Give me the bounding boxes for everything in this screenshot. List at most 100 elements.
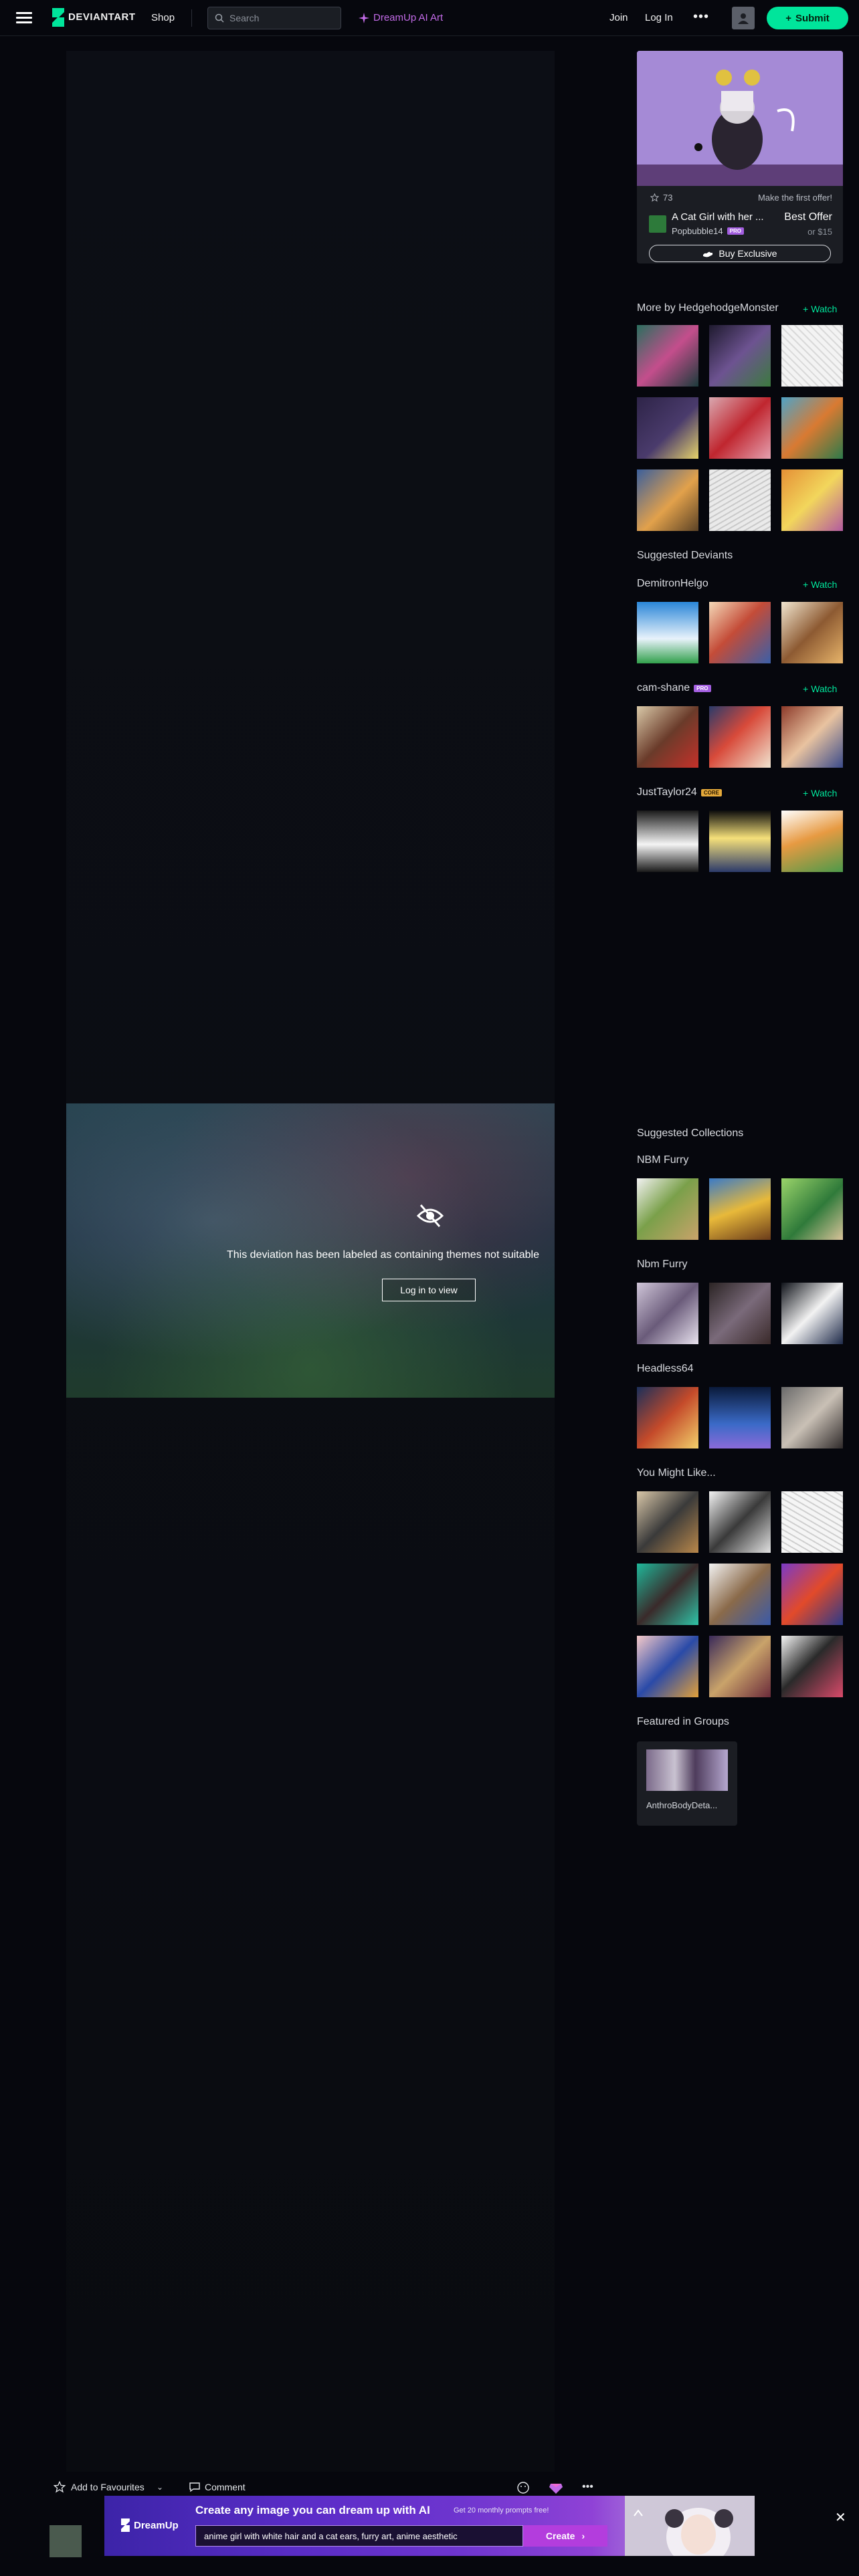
collection-1-thumb-1[interactable]	[637, 1178, 698, 1240]
suggestion-thumb-1[interactable]	[637, 1491, 698, 1553]
search-box[interactable]	[207, 7, 341, 29]
deviantart-logo[interactable]: DEVIANTART	[50, 8, 135, 27]
deviant-1-thumb-2[interactable]	[709, 602, 771, 663]
watch-author-button[interactable]: + Watch	[803, 304, 837, 314]
buy-exclusive-label: Buy Exclusive	[719, 248, 777, 259]
dreamup-banner: DreamUp Create any image you can dream u…	[104, 2496, 755, 2556]
deviant-2-thumb-2[interactable]	[709, 706, 771, 768]
more-menu-button[interactable]: •••	[693, 9, 709, 25]
create-button[interactable]: Create ›	[523, 2525, 607, 2547]
suggestion-thumb-8[interactable]	[709, 1636, 771, 1697]
more-by-thumb-5[interactable]	[709, 397, 771, 459]
deviant-row[interactable]: JustTaylor24 CORE	[637, 786, 722, 798]
login-link[interactable]: Log In	[645, 12, 673, 23]
nav-divider	[191, 9, 192, 27]
group-card[interactable]: AnthroBodyDeta...	[637, 1741, 737, 1826]
author-avatar[interactable]	[50, 2525, 82, 2557]
suggestion-thumb-4[interactable]	[637, 1564, 698, 1625]
plus-icon: +	[803, 304, 809, 314]
seller-name: Popbubble14	[672, 226, 723, 236]
hand-icon	[703, 251, 713, 257]
collection-2-thumb-3[interactable]	[781, 1283, 843, 1344]
deviant-name[interactable]: DemitronHelgo	[637, 578, 708, 590]
suggestion-thumb-9[interactable]	[781, 1636, 843, 1697]
collection-2-thumb-2[interactable]	[709, 1283, 771, 1344]
suggestion-thumb-7[interactable]	[637, 1636, 698, 1697]
deviant-row[interactable]: cam-shane PRO	[637, 682, 711, 694]
login-to-view-button[interactable]: Log in to view	[382, 1279, 476, 1301]
group-name: AnthroBodyDeta...	[646, 1800, 718, 1810]
watch-deviant-button[interactable]: + Watch	[803, 788, 837, 798]
gift-icon[interactable]	[549, 2481, 563, 2494]
more-by-thumb-2[interactable]	[709, 325, 771, 387]
suggestion-thumb-6[interactable]	[781, 1564, 843, 1625]
plus-icon: +	[803, 683, 809, 694]
collection-1-thumb-2[interactable]	[709, 1178, 771, 1240]
more-by-thumb-1[interactable]	[637, 325, 698, 387]
offer-seller[interactable]: Popbubble14 PRO	[672, 226, 744, 236]
more-options-button[interactable]: •••	[582, 2481, 593, 2493]
core-badge: CORE	[700, 788, 722, 796]
collection-3-thumb-1[interactable]	[637, 1387, 698, 1448]
deviant-3-thumb-3[interactable]	[781, 811, 843, 872]
pro-badge: PRO	[694, 684, 711, 692]
mature-content-gate: This deviation has been labeled as conta…	[66, 1103, 555, 1398]
plus-icon: +	[803, 788, 809, 798]
logo-text: DEVIANTART	[68, 11, 136, 23]
collection-name[interactable]: Headless64	[637, 1363, 694, 1375]
close-banner-button[interactable]: ✕	[835, 2509, 846, 2526]
watch-label: Watch	[811, 788, 838, 798]
submit-button[interactable]: + Submit	[767, 7, 848, 29]
mature-notice: This deviation has been labeled as conta…	[227, 1249, 539, 1261]
chevron-right-icon: ›	[581, 2531, 585, 2541]
more-by-thumb-8[interactable]	[709, 469, 771, 531]
suggestion-thumb-3[interactable]	[781, 1491, 843, 1553]
more-by-thumb-4[interactable]	[637, 397, 698, 459]
dreamup-link[interactable]: DreamUp AI Art	[359, 12, 443, 23]
collection-3-thumb-3[interactable]	[781, 1387, 843, 1448]
collection-2-thumb-1[interactable]	[637, 1283, 698, 1344]
submit-label: Submit	[795, 12, 830, 24]
offer-price: Best Offer	[784, 211, 832, 223]
offer-artwork[interactable]	[637, 51, 843, 186]
avatar[interactable]	[732, 7, 755, 29]
watch-deviant-button[interactable]: + Watch	[803, 683, 837, 694]
offer-favourites: 73	[650, 193, 672, 203]
more-by-thumb-6[interactable]	[781, 397, 843, 459]
collection-name[interactable]: NBM Furry	[637, 1154, 688, 1166]
more-by-thumb-3[interactable]	[781, 325, 843, 387]
featured-groups-title: Featured in Groups	[637, 1716, 729, 1727]
menu-icon[interactable]	[16, 9, 32, 25]
prompt-input[interactable]	[195, 2525, 523, 2547]
offer-title[interactable]: A Cat Girl with her ...	[672, 211, 779, 223]
more-by-thumb-7[interactable]	[637, 469, 698, 531]
pro-badge: PRO	[727, 227, 744, 235]
deviant-name: JustTaylor24	[637, 786, 697, 798]
buy-exclusive-button[interactable]: Buy Exclusive	[649, 245, 831, 262]
top-nav: DEVIANTART Shop DreamUp AI Art Join Log …	[0, 0, 859, 36]
user-icon	[738, 13, 749, 24]
more-by-thumb-9[interactable]	[781, 469, 843, 531]
collection-3-thumb-2[interactable]	[709, 1387, 771, 1448]
suggestion-thumb-5[interactable]	[709, 1564, 771, 1625]
deviant-2-thumb-3[interactable]	[781, 706, 843, 768]
deviant-1-thumb-1[interactable]	[637, 602, 698, 663]
collection-name[interactable]: Nbm Furry	[637, 1259, 688, 1271]
search-input[interactable]	[229, 13, 337, 23]
watch-deviant-button[interactable]: + Watch	[803, 579, 837, 590]
deviant-3-thumb-2[interactable]	[709, 811, 771, 872]
comment-button[interactable]: Comment	[189, 2481, 246, 2493]
join-link[interactable]: Join	[609, 12, 628, 23]
deviant-2-thumb-1[interactable]	[637, 706, 698, 768]
suggestion-thumb-2[interactable]	[709, 1491, 771, 1553]
deviant-1-thumb-3[interactable]	[781, 602, 843, 663]
dreamup-logo: DreamUp	[119, 2518, 179, 2532]
collection-1-thumb-3[interactable]	[781, 1178, 843, 1240]
chevron-down-icon[interactable]: ⌄	[157, 2482, 163, 2492]
deviant-3-thumb-1[interactable]	[637, 811, 698, 872]
favourite-label: Add to Favourites	[71, 2482, 145, 2492]
banner-subtext: Get 20 monthly prompts free!	[454, 2506, 549, 2514]
add-to-favourites-button[interactable]: Add to Favourites	[54, 2481, 145, 2493]
nav-shop-link[interactable]: Shop	[151, 12, 175, 23]
emoji-react-icon[interactable]	[516, 2481, 530, 2494]
